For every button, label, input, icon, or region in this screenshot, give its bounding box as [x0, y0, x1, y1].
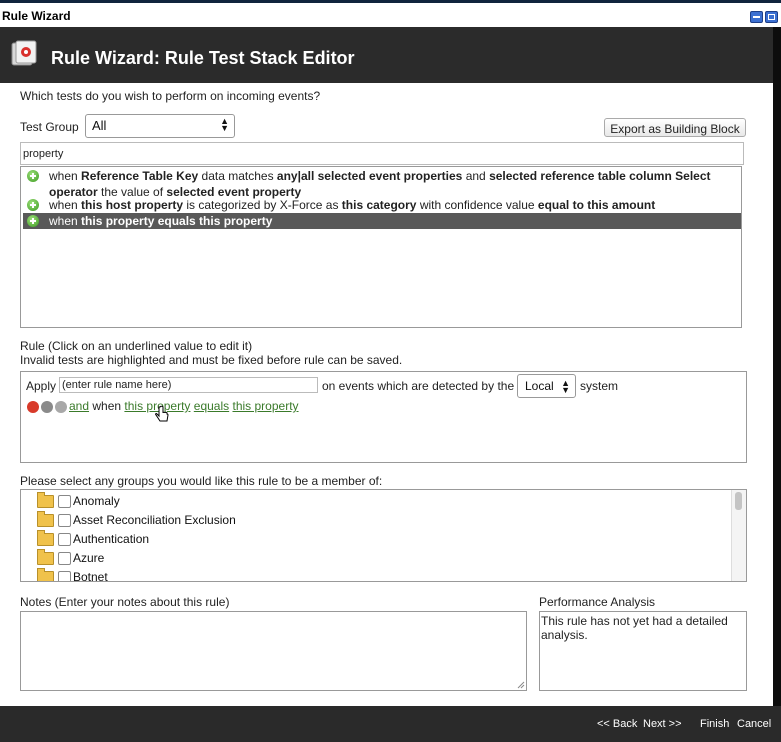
tests-question: Which tests do you wish to perform on in…	[20, 89, 321, 103]
finish-button[interactable]: Finish	[700, 718, 729, 730]
test-item-property-equals[interactable]: when this property equals this property	[23, 213, 741, 229]
scrollbar-thumb[interactable]	[735, 492, 742, 510]
tests-list: when Reference Table Key data matches an…	[20, 166, 742, 328]
group-checkbox[interactable]	[58, 533, 71, 546]
system-value: Local	[525, 379, 554, 393]
folder-icon	[37, 492, 54, 508]
test-fragment: when	[49, 198, 82, 212]
test-parameter: equal to this amount	[537, 198, 656, 212]
folder-icon	[37, 511, 54, 527]
test-fragment: with confidence value	[416, 198, 538, 212]
cancel-button[interactable]: Cancel	[737, 718, 771, 730]
move-down-icon[interactable]	[41, 401, 53, 413]
window-edge	[773, 27, 781, 706]
group-checkbox[interactable]	[58, 552, 71, 565]
add-test-icon[interactable]	[27, 215, 39, 227]
test-parameter: this category	[341, 198, 417, 212]
wizard-footer: << Back Next >> Finish Cancel	[0, 706, 781, 742]
rule-label: Rule (Click on an underlined value to ed…	[20, 339, 253, 353]
next-button[interactable]: Next >>	[643, 718, 682, 730]
group-checkbox[interactable]	[58, 571, 71, 581]
rule-name-input[interactable]: (enter rule name here)	[59, 377, 318, 393]
detect-text: on events which are detected by the	[322, 379, 515, 393]
hand-cursor-icon	[155, 405, 169, 422]
page-title: Rule Wizard: Rule Test Stack Editor	[51, 48, 355, 68]
test-fragment: data matches	[198, 169, 277, 183]
resize-handle-icon[interactable]	[517, 681, 525, 689]
folder-icon	[37, 530, 54, 546]
performance-label: Performance Analysis	[539, 595, 656, 609]
group-name: Anomaly	[73, 494, 120, 508]
test-fragment: when	[49, 214, 82, 228]
test-group-select[interactable]: All ▲ ▼	[85, 114, 235, 138]
groups-label: Please select any groups you would like …	[20, 474, 383, 488]
test-filter-input[interactable]: property	[20, 142, 744, 165]
group-name: Authentication	[73, 532, 150, 546]
window-titlebar: Rule Wizard	[0, 0, 781, 27]
test-fragment: and	[462, 169, 490, 183]
group-checkbox[interactable]	[58, 495, 71, 508]
back-button[interactable]: << Back	[597, 718, 637, 730]
rule-editor: Apply (enter rule name here) on events w…	[20, 371, 747, 463]
test-parameter: selected reference table column	[489, 169, 672, 183]
remove-test-icon[interactable]	[27, 401, 39, 413]
test-parameter: this property equals this property	[81, 214, 273, 228]
system-label: system	[580, 379, 619, 393]
export-building-block-button[interactable]: Export as Building Block	[604, 118, 746, 137]
rule-wizard-icon	[11, 40, 37, 66]
maximize-icon[interactable]	[765, 11, 778, 23]
select-arrows-icon: ▲ ▼	[561, 378, 570, 395]
move-up-icon[interactable]	[55, 401, 67, 413]
performance-analysis-text: This rule has not yet had a detailed ana…	[539, 611, 747, 691]
test-text: when Reference Table Key data matches an…	[49, 168, 739, 200]
system-select[interactable]: Local ▲ ▼	[517, 374, 576, 398]
folder-icon	[37, 568, 54, 581]
select-arrows-icon: ▲ ▼	[220, 116, 229, 133]
group-name: Azure	[73, 551, 105, 565]
groups-scrollbar[interactable]	[731, 490, 746, 581]
window-title: Rule Wizard	[2, 9, 71, 23]
test-fragment: is categorized by X-Force as	[183, 198, 342, 212]
test-parameter: Reference Table Key	[81, 169, 199, 183]
rule-hint: Invalid tests are highlighted and must b…	[20, 353, 403, 367]
test-item-host-property[interactable]: when this host property is categorized b…	[23, 197, 741, 213]
rule-condition: and when this property equals this prope…	[69, 399, 299, 413]
test-group-value: All	[92, 118, 107, 133]
groups-tree: Anomaly Asset Reconciliation Exclusion A…	[20, 489, 747, 582]
apply-label: Apply	[26, 379, 57, 393]
test-parameter: this host property	[81, 198, 184, 212]
notes-textarea[interactable]	[20, 611, 527, 691]
test-group-label: Test Group	[20, 120, 79, 134]
wizard-header: Rule Wizard: Rule Test Stack Editor	[0, 27, 773, 83]
add-test-icon[interactable]	[27, 199, 39, 211]
test-item-reference-table[interactable]: when Reference Table Key data matches an…	[23, 168, 741, 200]
group-checkbox[interactable]	[58, 514, 71, 527]
notes-label: Notes (Enter your notes about this rule)	[20, 595, 230, 609]
minimize-icon[interactable]	[750, 11, 763, 23]
test-text: when this host property is categorized b…	[49, 197, 739, 213]
group-name: Asset Reconciliation Exclusion	[73, 513, 236, 527]
folder-icon	[37, 549, 54, 565]
condition-operator-link[interactable]: equals	[194, 399, 229, 413]
test-text: when this property equals this property	[49, 213, 739, 229]
group-name: Botnet	[73, 570, 108, 582]
test-fragment: when	[49, 169, 82, 183]
condition-and-link[interactable]: and	[69, 399, 89, 413]
test-parameter: any|all selected event properties	[276, 169, 463, 183]
condition-when: when	[92, 399, 122, 413]
add-test-icon[interactable]	[27, 170, 39, 182]
wizard-content: Which tests do you wish to perform on in…	[0, 83, 773, 706]
condition-property-2-link[interactable]: this property	[233, 399, 299, 413]
